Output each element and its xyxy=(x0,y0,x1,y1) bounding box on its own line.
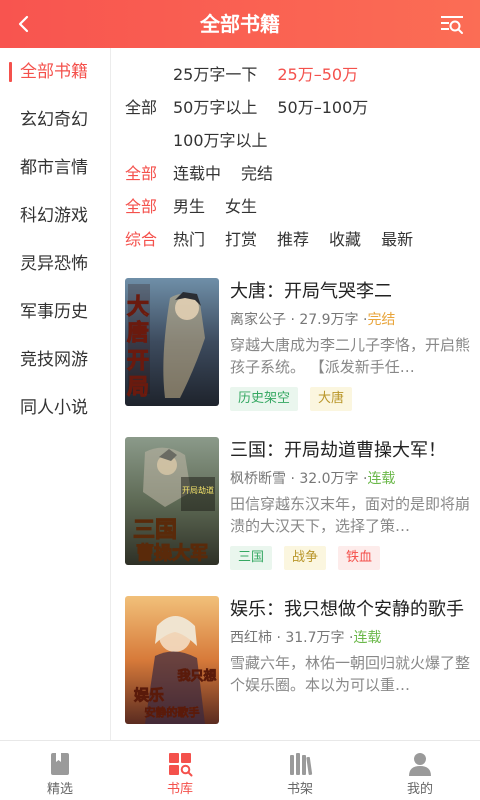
book-tag[interactable]: 三国 xyxy=(230,546,273,570)
filter-option-male[interactable]: 男生 xyxy=(173,190,205,223)
filter-option-under-250k[interactable]: 25万字一下 xyxy=(173,58,257,91)
sort-option-recommend[interactable]: 推荐 xyxy=(277,223,309,256)
book-cover[interactable]: 开局劫道 三国 曹操大军 xyxy=(125,437,219,565)
book-title[interactable]: 大唐：开局气哭李二 xyxy=(230,278,480,306)
book-tag[interactable]: 铁血 xyxy=(338,546,381,570)
filter-option-over-500k[interactable]: 50万字以上 xyxy=(173,91,257,124)
book-author: 离家公子 xyxy=(230,312,286,328)
sidebar-item-scifi-games[interactable]: 科幻游戏 xyxy=(0,192,110,240)
book-status: 连载 xyxy=(353,630,382,646)
sort-option-favorite[interactable]: 收藏 xyxy=(329,223,361,256)
book-status: 连载 xyxy=(367,471,396,487)
filter-option-250k-500k[interactable]: 25万–50万 xyxy=(277,58,358,91)
cover-subtitle-text: 开局劫道 xyxy=(182,485,214,495)
tab-label: 书架 xyxy=(286,782,313,797)
filter-option-serializing[interactable]: 连载中 xyxy=(173,157,221,190)
book-author: 枫桥断雪 xyxy=(230,471,286,487)
sidebar-item-esports[interactable]: 竞技网游 xyxy=(0,336,110,384)
tab-label: 我的 xyxy=(406,782,433,797)
cover-title-text: 安静的歌手 xyxy=(145,705,200,719)
book-list: 大 唐 开 局 大唐：开局气哭李二 离家公子 · 27.9万字 · 完结 穿越大唐… xyxy=(112,256,480,740)
filter-row-word-count: 全部 25万字一下 25万–50万 50万字以上 50万–100万 100万字以… xyxy=(125,58,480,157)
cover-title-text: 局 xyxy=(127,374,149,400)
book-meta: 枫桥断雪 · 32.0万字 ·连载 xyxy=(230,467,480,491)
tab-label: 书库 xyxy=(166,782,193,797)
cover-title-text: 大 xyxy=(127,294,149,320)
page-title: 全部书籍 xyxy=(200,12,280,36)
filter-row-gender: 全部 男生 女生 xyxy=(125,190,480,223)
tab-label: 精选 xyxy=(46,782,73,797)
tab-featured[interactable]: 精选 xyxy=(0,741,120,800)
book-status: 完结 xyxy=(367,312,396,328)
meta-separator: · xyxy=(290,312,295,328)
book-library-content: 全部 25万字一下 25万–50万 50万字以上 50万–100万 100万字以… xyxy=(112,48,480,740)
filter-row-sort: 综合 热门 打赏 推荐 收藏 最新 xyxy=(125,223,480,256)
cover-title-text: 我只想 xyxy=(177,668,216,684)
filter-option-completed[interactable]: 完结 xyxy=(241,157,273,190)
tab-bookshelf[interactable]: 书架 xyxy=(240,741,360,800)
book-description: 雪藏六年，林佑一朝回归就火爆了整个娱乐圈。本以为可以重… xyxy=(230,654,471,694)
tab-mine[interactable]: 我的 xyxy=(360,741,480,800)
book-tag[interactable]: 战争 xyxy=(284,546,327,570)
filter-option-500k-1m[interactable]: 50万–100万 xyxy=(277,91,368,124)
bottom-tab-bar: 精选 书库 书架 我的 xyxy=(0,740,480,800)
filter-option-over-1m[interactable]: 100万字以上 xyxy=(173,124,268,157)
book-word-count: 27.9万字 xyxy=(299,312,359,328)
user-icon xyxy=(409,753,431,776)
search-list-icon[interactable] xyxy=(438,10,466,38)
cover-title-text: 曹操大军 xyxy=(136,542,208,564)
book-tags: 历史架空 大唐 xyxy=(230,387,480,411)
library-grid-icon xyxy=(169,753,193,777)
book-item[interactable]: 大 唐 开 局 大唐：开局气哭李二 离家公子 · 27.9万字 ·完结 穿越大唐… xyxy=(125,264,480,423)
meta-separator: · xyxy=(276,630,281,646)
book-title[interactable]: 三国：开局劫道曹操大军！ xyxy=(230,437,480,465)
book-word-count: 32.0万字 xyxy=(299,471,359,487)
sidebar-item-fantasy[interactable]: 玄幻奇幻 xyxy=(0,96,110,144)
top-bar: 全部书籍 xyxy=(0,0,480,48)
book-author: 西红柿 xyxy=(230,630,272,646)
filter-status-all[interactable]: 全部 xyxy=(125,157,173,190)
book-description: 穿越大唐成为李二儿子李恪，开启熊孩子系统。 【派发新手任… xyxy=(230,336,471,376)
book-tag[interactable]: 历史架空 xyxy=(230,387,299,411)
book-cover[interactable]: 我只想 娱乐 安静的歌手 xyxy=(125,596,219,724)
book-meta: 西红柿 · 31.7万字 ·连载 xyxy=(230,626,480,650)
tab-library[interactable]: 书库 xyxy=(120,741,240,800)
cover-title-text: 三国 xyxy=(133,517,177,543)
book-item[interactable]: 我只想 娱乐 安静的歌手 娱乐：我只想做个安静的歌手 西红柿 · 31.7万字 … xyxy=(125,582,480,740)
cover-title-text: 唐 xyxy=(127,320,149,346)
sort-option-reward[interactable]: 打赏 xyxy=(225,223,257,256)
meta-separator: · xyxy=(290,471,295,487)
book-description: 田信穿越东汉末年，面对的是即将崩溃的大汉天下，选择了策… xyxy=(230,495,471,535)
cover-title-text: 娱乐 xyxy=(134,686,164,704)
filter-word-count-all[interactable]: 全部 xyxy=(125,91,173,124)
book-tags: 三国 战争 铁血 xyxy=(230,546,480,570)
filter-panel: 全部 25万字一下 25万–50万 50万字以上 50万–100万 100万字以… xyxy=(112,48,480,256)
sidebar-item-horror[interactable]: 灵异恐怖 xyxy=(0,240,110,288)
book-meta: 离家公子 · 27.9万字 ·完结 xyxy=(230,308,480,332)
sidebar-item-fan-fiction[interactable]: 同人小说 xyxy=(0,384,110,432)
category-sidebar: 全部书籍 玄幻奇幻 都市言情 科幻游戏 灵异恐怖 军事历史 竞技网游 同人小说 xyxy=(0,48,111,740)
sort-option-hot[interactable]: 热门 xyxy=(173,223,205,256)
book-item[interactable]: 开局劫道 三国 曹操大军 三国：开局劫道曹操大军！ 枫桥断雪 · 32.0万字 … xyxy=(125,423,480,582)
bookmark-book-icon xyxy=(51,753,69,775)
sort-option-latest[interactable]: 最新 xyxy=(381,223,413,256)
sidebar-item-military-history[interactable]: 军事历史 xyxy=(0,288,110,336)
book-word-count: 31.7万字 xyxy=(285,630,345,646)
sort-comprehensive[interactable]: 综合 xyxy=(125,223,173,256)
book-cover[interactable]: 大 唐 开 局 xyxy=(125,278,219,406)
cover-title-text: 开 xyxy=(127,348,149,374)
filter-option-female[interactable]: 女生 xyxy=(225,190,257,223)
book-tag[interactable]: 大唐 xyxy=(310,387,353,411)
filter-row-status: 全部 连载中 完结 xyxy=(125,157,480,190)
book-title[interactable]: 娱乐：我只想做个安静的歌手 xyxy=(230,596,480,624)
sidebar-item-urban-romance[interactable]: 都市言情 xyxy=(0,144,110,192)
bookshelf-icon xyxy=(290,753,313,775)
sidebar-item-all-books[interactable]: 全部书籍 xyxy=(0,48,110,96)
filter-gender-all[interactable]: 全部 xyxy=(125,190,173,223)
